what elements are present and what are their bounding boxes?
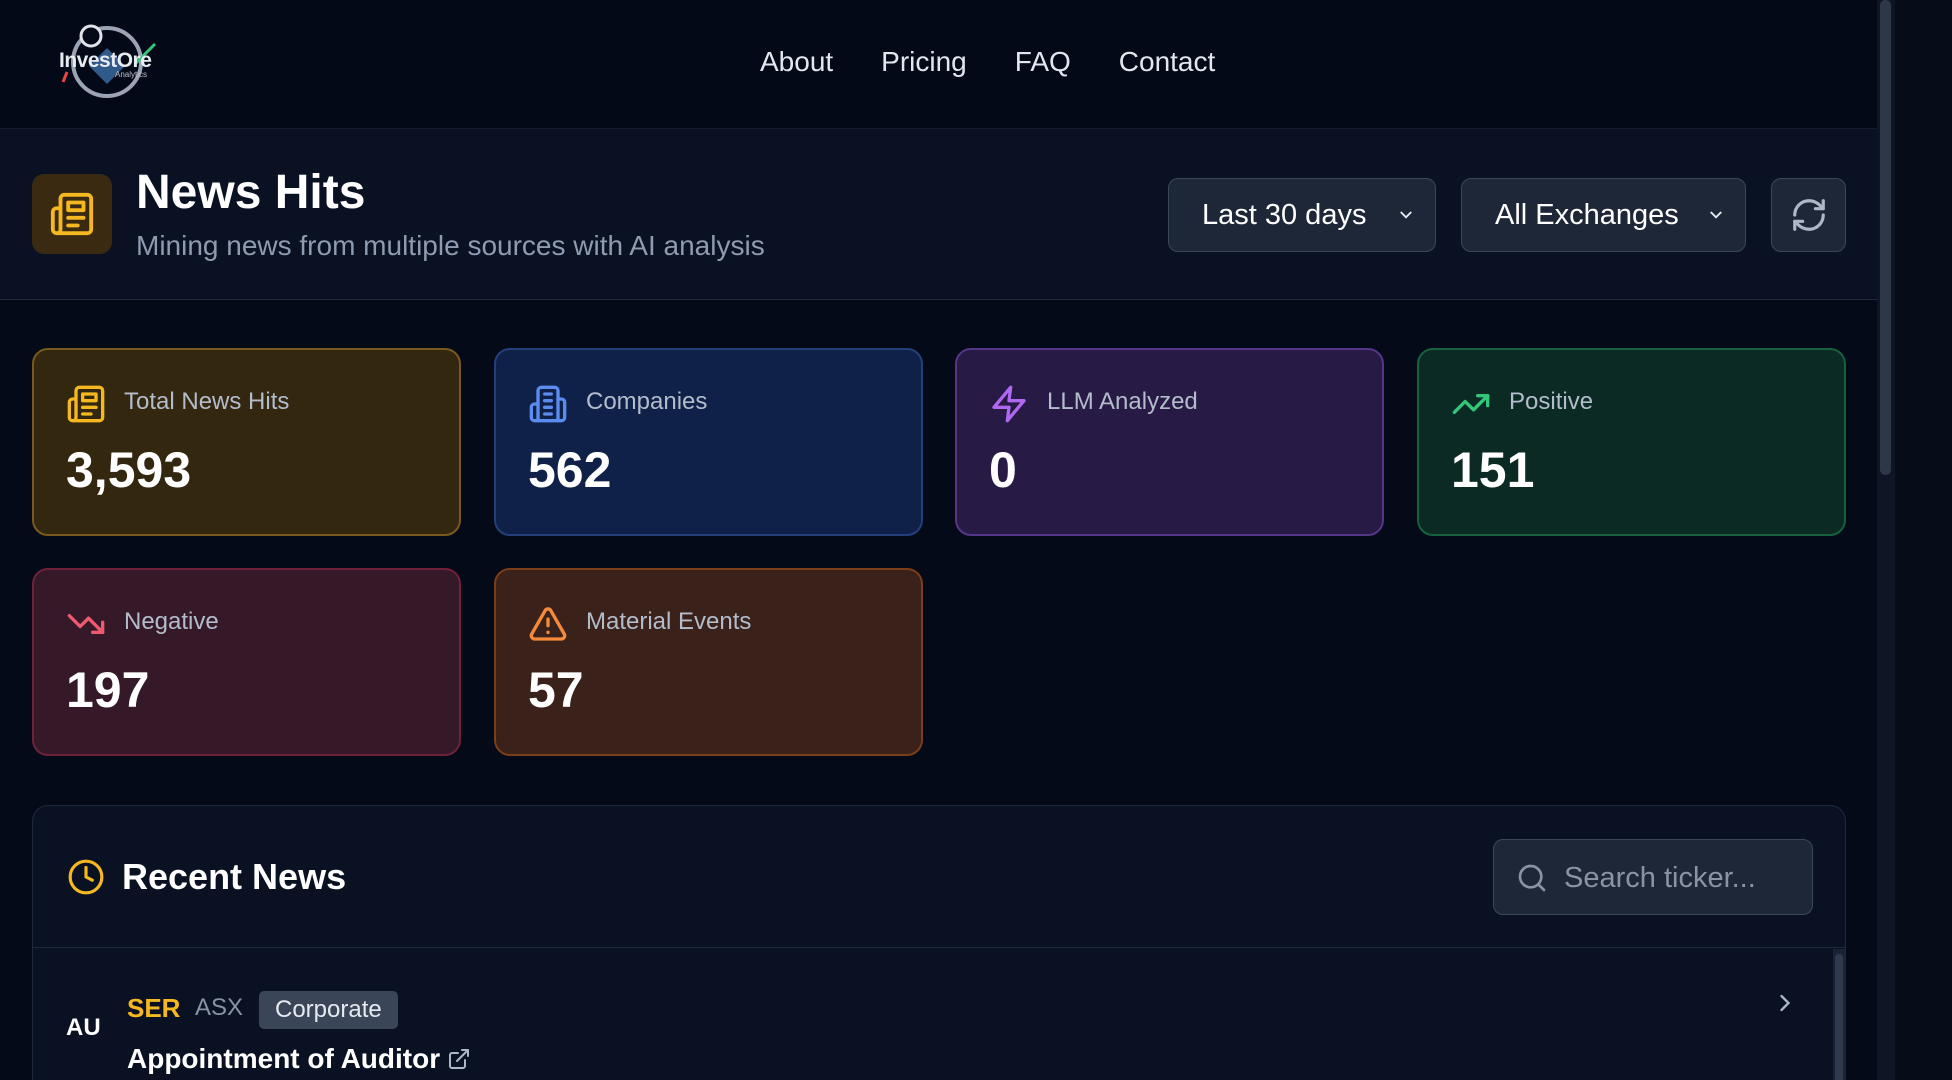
exchange-select[interactable]: All Exchanges [1461,178,1746,252]
stat-card-llm-analyzed: LLM Analyzed 0 [955,348,1384,536]
chevron-down-icon [1710,211,1722,219]
page-margin [1895,0,1952,1080]
search-icon [1518,864,1546,892]
newspaper-icon [32,174,112,254]
lightning-icon [992,385,1026,423]
building-icon [529,385,567,423]
stat-value: 3,593 [66,442,192,498]
stat-card-material-events: Material Events 57 [494,568,923,756]
nav-link-about[interactable]: About [760,46,833,78]
scrollbar-thumb[interactable] [1880,0,1891,475]
external-link-icon[interactable] [447,1047,471,1071]
stat-value: 0 [989,442,1017,498]
trending-up-icon [1452,394,1490,414]
period-select[interactable]: Last 30 days [1168,178,1436,252]
newspaper-icon [67,385,105,423]
refresh-icon [1792,199,1825,231]
stat-card-positive: Positive 151 [1417,348,1846,536]
stat-value: 57 [528,662,584,718]
stat-label: Material Events [586,608,752,635]
nav-link-pricing[interactable]: Pricing [881,46,967,78]
logo[interactable]: InvestOre Analytics [55,22,160,102]
warning-icon [529,607,567,641]
ticker-search [1493,839,1813,915]
chevron-right-icon[interactable] [1771,989,1799,1017]
exchange-select-value: All Exchanges [1495,198,1679,231]
search-input[interactable] [1564,858,1794,898]
refresh-button[interactable] [1771,178,1846,252]
clock-icon [68,859,104,895]
news-list-item[interactable]: AU SER ASX Corporate Appointment of Audi… [33,949,1833,1080]
stat-label: LLM Analyzed [1047,388,1198,415]
page-header: News Hits Mining news from multiple sour… [0,129,1877,300]
chevron-down-icon [1400,211,1412,219]
recent-news-title: Recent News [122,856,347,897]
nav-link-faq[interactable]: FAQ [1015,46,1071,78]
stat-value: 151 [1451,442,1535,498]
country-code: AU [66,1014,101,1041]
stat-card-companies: Companies 562 [494,348,923,536]
exchange-label: ASX [195,994,244,1021]
nav-links: About Pricing FAQ Contact [760,46,1215,78]
news-list-scrollbar[interactable] [1833,949,1845,1080]
page-scrollbar[interactable] [1877,0,1895,1080]
stat-card-total-news: Total News Hits 3,593 [32,348,461,536]
nav-link-contact[interactable]: Contact [1119,46,1216,78]
category-badge: Corporate [259,991,398,1029]
page-title: News Hits [136,166,366,219]
period-select-value: Last 30 days [1202,198,1367,231]
ticker-symbol[interactable]: SER [127,993,180,1024]
trending-down-icon [67,614,105,634]
stat-label: Negative [124,608,219,635]
page-subtitle: Mining news from multiple sources with A… [136,230,765,261]
news-headline[interactable]: Appointment of Auditor [127,1043,440,1075]
recent-news-header: Recent News [33,806,1845,948]
scrollbar-thumb[interactable] [1835,954,1843,1080]
stat-value: 562 [528,442,612,498]
stat-label: Positive [1509,388,1594,415]
logo-subtitle: Analytics [115,70,148,79]
stat-label: Companies [586,388,708,415]
stat-label: Total News Hits [124,388,290,415]
top-navbar: InvestOre Analytics About Pricing FAQ Co… [0,0,1877,129]
stat-value: 197 [66,662,150,718]
recent-news-panel: Recent News AU SER ASX Corporate Appoint… [32,805,1846,1080]
stat-card-negative: Negative 197 [32,568,461,756]
